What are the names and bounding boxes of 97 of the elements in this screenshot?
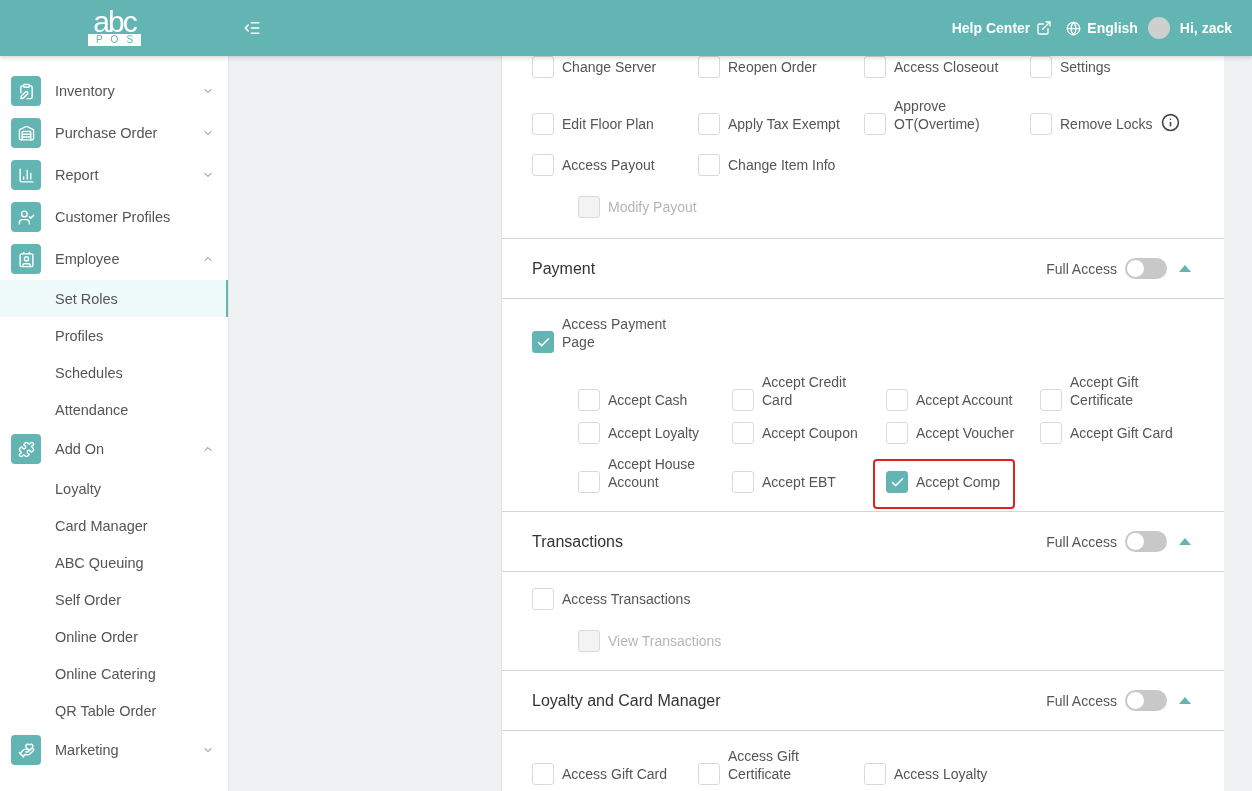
- checkbox-label: Access Loyalty: [894, 765, 988, 783]
- sidebar-item[interactable]: Add On: [0, 428, 228, 470]
- checkbox[interactable]: [532, 113, 554, 135]
- checkbox-label: Accept Gift Certificate: [1070, 373, 1140, 409]
- checkbox[interactable]: [532, 763, 554, 785]
- full-access-toggle[interactable]: [1125, 531, 1167, 552]
- checkbox-label: Approve OT(Overtime): [894, 97, 981, 133]
- sidebar-subitem[interactable]: Attendance: [0, 391, 228, 428]
- checkbox[interactable]: [532, 56, 554, 78]
- full-access-label: Full Access: [1046, 260, 1117, 277]
- sidebar-subitem[interactable]: Online Order: [0, 618, 228, 655]
- sidebar-item[interactable]: Employee: [0, 238, 228, 280]
- checkbox[interactable]: [532, 154, 554, 176]
- checkbox-label: View Transactions: [608, 632, 722, 650]
- menu-category-icon: [11, 202, 41, 232]
- section-title: Loyalty and Card Manager: [532, 691, 721, 710]
- checkbox-label: Accept Comp: [916, 473, 1001, 491]
- checkbox-label: Access Closeout: [894, 58, 999, 76]
- checkbox-label: Access Gift Certificate: [728, 747, 800, 783]
- menu-category-icon: [11, 160, 41, 190]
- checkbox[interactable]: [698, 763, 720, 785]
- checkbox-label: Access Payment Page: [562, 315, 668, 351]
- checkbox[interactable]: [886, 389, 908, 411]
- checkbox-label: Apply Tax Exempt: [728, 115, 840, 133]
- checkbox[interactable]: [532, 331, 554, 353]
- menu-category-icon: [11, 76, 41, 106]
- checkbox[interactable]: [532, 588, 554, 610]
- section-title: Payment: [532, 259, 596, 278]
- checkbox[interactable]: [698, 56, 720, 78]
- checkbox-label: Edit Floor Plan: [562, 115, 654, 133]
- checkbox-label: Accept EBT: [762, 473, 836, 491]
- checkbox[interactable]: [1040, 389, 1062, 411]
- sidebar-subitem[interactable]: QR Table Order: [0, 692, 228, 729]
- sidebar-subitem[interactable]: Set Roles: [0, 280, 228, 317]
- checkbox-label: Settings: [1060, 58, 1111, 76]
- checkbox-label: Accept Voucher: [916, 424, 1015, 442]
- checkbox-label: Change Item Info: [728, 156, 836, 174]
- menu-category-icon: [11, 735, 41, 765]
- menu-icon[interactable]: [243, 19, 261, 37]
- collapse-caret-icon[interactable]: [1179, 538, 1191, 545]
- checkbox-label: Modify Payout: [608, 198, 697, 216]
- checkbox-label: Accept Coupon: [762, 424, 858, 442]
- checkbox[interactable]: [1040, 422, 1062, 444]
- checkbox-label: Accept Gift Card: [1070, 424, 1173, 442]
- full-access-toggle[interactable]: [1125, 690, 1167, 711]
- sidebar-subitem[interactable]: Schedules: [0, 354, 228, 391]
- sidebar-subitem[interactable]: ABC Queuing: [0, 544, 228, 581]
- full-access-toggle[interactable]: [1125, 258, 1167, 279]
- globe-icon: [1066, 20, 1082, 36]
- checkbox-label: Access Payout: [562, 156, 655, 174]
- sidebar-item[interactable]: Inventory: [0, 70, 228, 112]
- section-title: Transactions: [532, 532, 623, 551]
- menu-category-icon: [11, 434, 41, 464]
- full-access-label: Full Access: [1046, 533, 1117, 550]
- external-link-icon: [1036, 20, 1053, 36]
- checkbox[interactable]: [732, 389, 754, 411]
- checkbox-label: Accept Loyalty: [608, 424, 700, 442]
- checkbox[interactable]: [864, 56, 886, 78]
- checkbox[interactable]: [1030, 56, 1052, 78]
- sidebar-subitem[interactable]: Card Manager: [0, 507, 228, 544]
- checkbox-label: Access Transactions: [562, 590, 691, 608]
- sidebar-item[interactable]: Customer Profiles: [0, 196, 228, 238]
- checkbox[interactable]: [864, 763, 886, 785]
- checkbox-label: Accept House Account: [608, 455, 697, 491]
- collapse-caret-icon[interactable]: [1179, 265, 1191, 272]
- checkbox[interactable]: [886, 471, 908, 493]
- avatar[interactable]: [1147, 17, 1170, 39]
- checkbox[interactable]: [732, 422, 754, 444]
- checkbox[interactable]: [732, 471, 754, 493]
- checkbox[interactable]: [698, 154, 720, 176]
- checkbox-label: Accept Account: [916, 391, 1013, 409]
- checkbox[interactable]: [578, 389, 600, 411]
- full-access-label: Full Access: [1046, 692, 1117, 709]
- checkbox-label: Reopen Order: [728, 58, 817, 76]
- checkbox[interactable]: [578, 471, 600, 493]
- checkbox-label: Change Server: [562, 58, 657, 76]
- checkbox[interactable]: [578, 422, 600, 444]
- collapse-caret-icon[interactable]: [1179, 697, 1191, 704]
- info-icon[interactable]: [1160, 113, 1180, 132]
- sidebar-item[interactable]: Report: [0, 154, 228, 196]
- menu-category-icon: [11, 118, 41, 148]
- sidebar-subitem[interactable]: Loyalty: [0, 470, 228, 507]
- checkbox[interactable]: [864, 113, 886, 135]
- logo: abc POS: [87, 10, 142, 46]
- checkbox-label: Accept Cash: [608, 391, 688, 409]
- sidebar-item[interactable]: Purchase Order: [0, 112, 228, 154]
- sidebar-subitem[interactable]: Profiles: [0, 317, 228, 354]
- checkbox[interactable]: [698, 113, 720, 135]
- checkbox[interactable]: [1030, 113, 1052, 135]
- checkbox[interactable]: [886, 422, 908, 444]
- sidebar-subitem[interactable]: Online Catering: [0, 655, 228, 692]
- checkbox-label: Access Gift Card: [562, 765, 668, 783]
- checkbox-label: Remove Locks: [1060, 115, 1153, 133]
- sidebar-subitem[interactable]: Self Order: [0, 581, 228, 618]
- menu-category-icon: [11, 244, 41, 274]
- sidebar-item[interactable]: Marketing: [0, 729, 228, 771]
- checkbox-label: Accept Credit Card: [762, 373, 848, 409]
